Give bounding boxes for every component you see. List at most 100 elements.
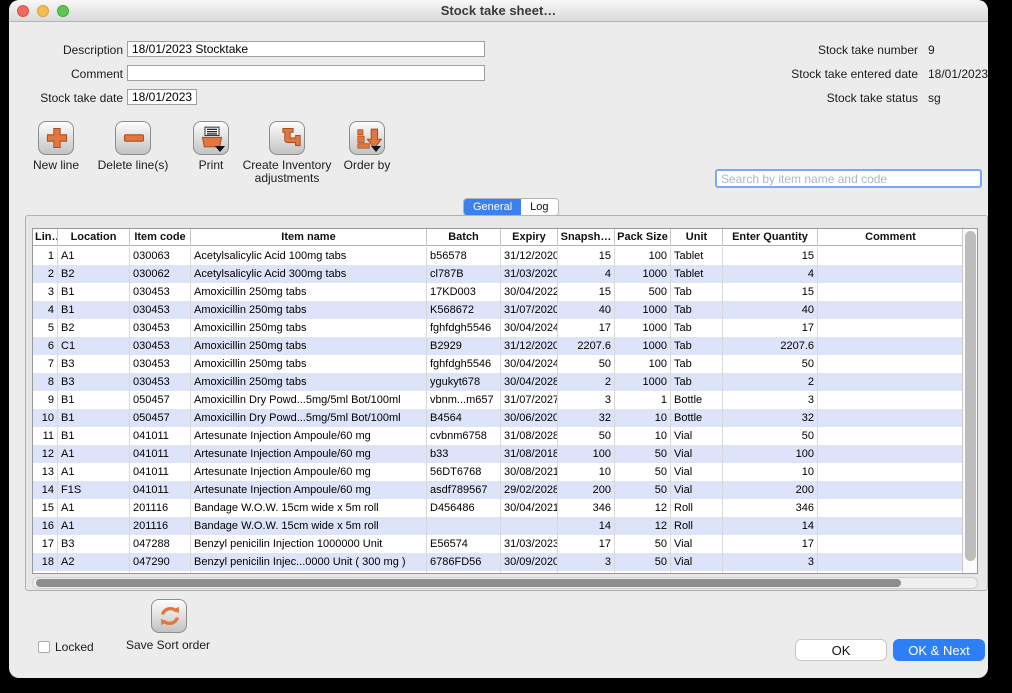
table-cell[interactable]: 4 <box>723 265 818 283</box>
table-cell[interactable]: 40 <box>558 301 615 319</box>
zoom-button[interactable] <box>57 5 69 17</box>
table-cell[interactable]: 31/12/2020 <box>501 247 558 265</box>
table-cell[interactable]: 100 <box>558 445 615 463</box>
table-cell[interactable]: Artesunate Injection Ampoule/60 mg <box>191 463 427 481</box>
table-row[interactable]: 1A1030063Acetylsalicylic Acid 100mg tabs… <box>33 247 963 265</box>
table-cell[interactable]: Amoxicillin 250mg tabs <box>191 337 427 355</box>
column-header[interactable]: Comment <box>818 229 964 246</box>
table-cell[interactable] <box>818 265 963 283</box>
table-cell[interactable]: Vial <box>671 553 723 571</box>
table-cell[interactable]: 13 <box>33 463 58 481</box>
table-cell[interactable]: 50 <box>723 427 818 445</box>
minimize-button[interactable] <box>37 5 49 17</box>
table-cell[interactable]: A1 <box>58 499 130 517</box>
table-cell[interactable]: 15 <box>558 283 615 301</box>
table-cell[interactable]: B1 <box>58 301 130 319</box>
table-cell[interactable]: 30/04/2028 <box>501 373 558 391</box>
table-cell[interactable]: 1 <box>33 247 58 265</box>
table-cell[interactable]: 3 <box>723 391 818 409</box>
table-cell[interactable]: B1 <box>58 391 130 409</box>
table-cell[interactable]: B3 <box>58 535 130 553</box>
table-cell[interactable]: Amoxicillin 250mg tabs <box>191 319 427 337</box>
table-cell[interactable]: Amoxicillin 250mg tabs <box>191 301 427 319</box>
table-cell[interactable]: 050457 <box>130 391 191 409</box>
table-cell[interactable] <box>818 481 963 499</box>
table-cell[interactable]: 041011 <box>130 463 191 481</box>
table-cell[interactable]: 047288 <box>130 535 191 553</box>
table-cell[interactable]: 050457 <box>130 409 191 427</box>
table-cell[interactable]: 50 <box>558 427 615 445</box>
table-cell[interactable]: 17 <box>723 535 818 553</box>
table-cell[interactable]: 030453 <box>130 355 191 373</box>
table-cell[interactable]: Tab <box>671 355 723 373</box>
table-cell[interactable]: 1 <box>615 391 671 409</box>
table-cell[interactable]: 10 <box>615 409 671 427</box>
table-row[interactable]: 16A1201116Bandage W.O.W. 15cm wide x 5m … <box>33 517 963 535</box>
table-cell[interactable]: 31/03/2020 <box>501 265 558 283</box>
table-cell[interactable] <box>427 517 501 535</box>
table-cell[interactable]: B2929 <box>427 337 501 355</box>
horizontal-scrollbar-thumb[interactable] <box>36 579 901 587</box>
table-cell[interactable] <box>818 571 963 574</box>
table-cell[interactable] <box>818 463 963 481</box>
table-cell[interactable]: 030453 <box>130 319 191 337</box>
table-cell[interactable]: 56DT6768 <box>427 463 501 481</box>
table-cell[interactable]: 15 <box>723 247 818 265</box>
table-cell[interactable]: 100 <box>615 247 671 265</box>
table-row[interactable]: 7B3030453Amoxicillin 250mg tabsfghfdgh55… <box>33 355 963 373</box>
table-cell[interactable]: 1000 <box>615 301 671 319</box>
table-cell[interactable]: Vial <box>671 481 723 499</box>
table-cell[interactable]: 346 <box>558 499 615 517</box>
table-row[interactable]: 14F1S041011Artesunate Injection Ampoule/… <box>33 481 963 499</box>
table-cell[interactable]: 6 <box>33 337 58 355</box>
table-cell[interactable]: Roll <box>671 517 723 535</box>
table-cell[interactable] <box>818 373 963 391</box>
table-cell[interactable]: 2 <box>33 265 58 283</box>
column-header[interactable]: Item code <box>130 229 191 246</box>
table-row[interactable]: 6C1030453Amoxicillin 250mg tabsB292931/1… <box>33 337 963 355</box>
table-cell[interactable]: A2 <box>58 571 130 574</box>
table-cell[interactable]: 40 <box>723 301 818 319</box>
table-cell[interactable]: 3 <box>558 391 615 409</box>
table-cell[interactable]: Acetylsalicylic Acid 300mg tabs <box>191 265 427 283</box>
table-cell[interactable]: Tablet <box>671 247 723 265</box>
table-cell[interactable]: B2 <box>58 265 130 283</box>
table-cell[interactable]: cl787B <box>427 265 501 283</box>
table-cell[interactable] <box>501 517 558 535</box>
table-cell[interactable]: E56574 <box>427 535 501 553</box>
table-cell[interactable]: 30/06/2020 <box>501 409 558 427</box>
table-cell[interactable]: 31/08/2028 <box>501 427 558 445</box>
table-cell[interactable]: Bandage W.O.W. 15cm wide x 5m roll <box>191 499 427 517</box>
table-cell[interactable] <box>818 247 963 265</box>
table-cell[interactable]: 31/12/2020 <box>501 337 558 355</box>
column-header[interactable]: Batch <box>427 229 501 246</box>
column-header[interactable]: Unit <box>671 229 723 246</box>
table-cell[interactable]: 50 <box>615 481 671 499</box>
table-cell[interactable]: 100 <box>615 355 671 373</box>
table-cell[interactable] <box>818 517 963 535</box>
table-cell[interactable]: 31/03/2023 <box>501 535 558 553</box>
table-cell[interactable] <box>818 499 963 517</box>
table-cell[interactable]: Artesunate Injection Ampoule/60 mg <box>191 481 427 499</box>
table-cell[interactable]: 2207.6 <box>558 337 615 355</box>
table-cell[interactable]: 10 <box>558 463 615 481</box>
table-cell[interactable]: B1 <box>58 427 130 445</box>
table-cell[interactable]: 17 <box>33 535 58 553</box>
table-cell[interactable]: 047290 <box>130 553 191 571</box>
table-cell[interactable]: Benzyl penicilin Injec...0000 Unit ( 300… <box>191 571 427 574</box>
table-cell[interactable]: cvbnm6758 <box>427 427 501 445</box>
table-cell[interactable]: B1 <box>58 283 130 301</box>
order-by-button[interactable] <box>349 121 385 155</box>
table-cell[interactable]: 2 <box>723 373 818 391</box>
table-cell[interactable]: 11 <box>33 427 58 445</box>
table-cell[interactable]: 041011 <box>130 445 191 463</box>
save-sort-order-button[interactable] <box>151 599 187 633</box>
table-cell[interactable]: Tab <box>671 283 723 301</box>
table-cell[interactable] <box>818 427 963 445</box>
table-cell[interactable]: 10 <box>33 409 58 427</box>
table-cell[interactable]: 50 <box>558 355 615 373</box>
table-row[interactable]: 12A1041011Artesunate Injection Ampoule/6… <box>33 445 963 463</box>
stock-take-date-input[interactable] <box>127 89 197 105</box>
table-cell[interactable]: 32 <box>558 409 615 427</box>
table-cell[interactable]: 17 <box>723 319 818 337</box>
